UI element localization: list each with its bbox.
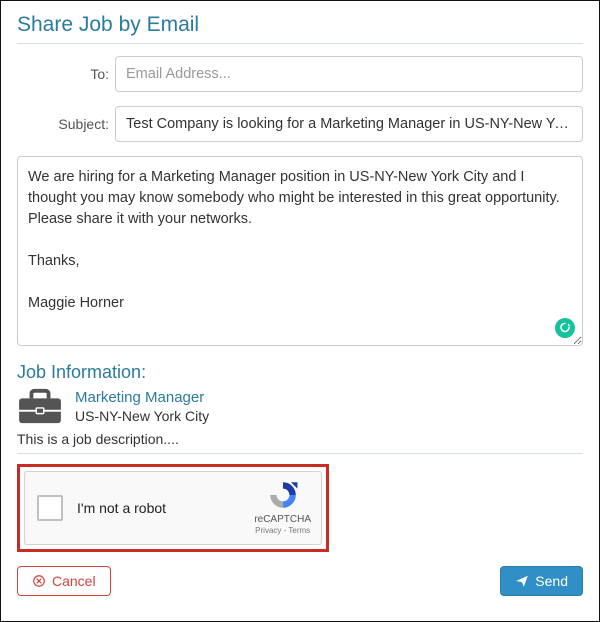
job-title-link[interactable]: Marketing Manager (75, 389, 209, 406)
message-textarea[interactable] (17, 156, 583, 346)
recaptcha-widget: I'm not a robot reCAPTCHA Privacy - Term… (24, 471, 322, 545)
job-description: This is a job description.... (17, 431, 583, 447)
action-bar: Cancel Send (17, 566, 583, 596)
grammarly-icon[interactable] (555, 318, 575, 338)
subject-input[interactable] (115, 106, 583, 142)
cancel-label: Cancel (52, 573, 96, 589)
send-label: Send (535, 573, 568, 589)
job-info-block: Marketing Manager US-NY-New York City (17, 387, 583, 425)
recaptcha-checkbox[interactable] (37, 495, 63, 521)
cancel-icon (32, 574, 46, 588)
send-icon (515, 574, 529, 588)
divider (17, 453, 583, 454)
row-to: To: (17, 56, 583, 92)
row-subject: Subject: (17, 106, 583, 142)
divider (17, 43, 583, 44)
cancel-button[interactable]: Cancel (17, 566, 111, 596)
job-location: US-NY-New York City (75, 408, 209, 424)
job-info-heading: Job Information: (17, 362, 583, 383)
page-title: Share Job by Email (17, 13, 583, 37)
to-input[interactable] (115, 56, 583, 92)
subject-label: Subject: (17, 116, 115, 132)
to-label: To: (17, 66, 115, 82)
recaptcha-label: I'm not a robot (77, 500, 240, 516)
recaptcha-branding: reCAPTCHA Privacy - Terms (254, 479, 311, 536)
recaptcha-icon (267, 479, 299, 511)
send-button[interactable]: Send (500, 566, 583, 596)
briefcase-icon (17, 387, 63, 425)
recaptcha-highlight: I'm not a robot reCAPTCHA Privacy - Term… (17, 464, 329, 552)
